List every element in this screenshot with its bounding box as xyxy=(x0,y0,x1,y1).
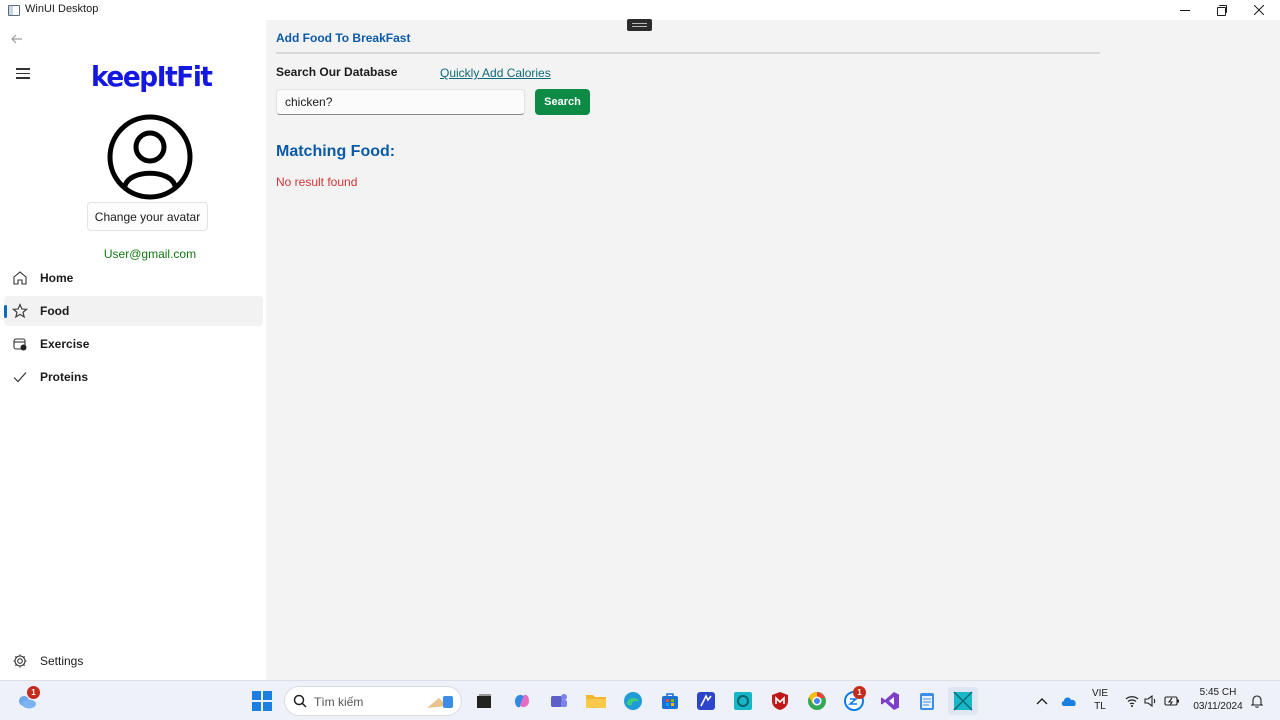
star-icon xyxy=(12,303,28,319)
teams-icon xyxy=(551,694,567,707)
taskbar-search-box[interactable]: Tìm kiếm xyxy=(284,686,462,716)
nav-item-label: Proteins xyxy=(40,370,89,384)
shield-icon xyxy=(772,692,788,710)
clock-time[interactable]: 5:45 CH xyxy=(1188,687,1248,698)
search-button[interactable]: Search xyxy=(535,89,590,115)
matching-food-heading: Matching Food: xyxy=(276,143,396,160)
avatar-icon xyxy=(107,114,193,200)
cloud-icon xyxy=(1061,697,1076,706)
close-button[interactable] xyxy=(1236,0,1280,20)
exercise-icon xyxy=(13,338,27,351)
copilot-icon xyxy=(515,694,529,708)
nav-item-label: Food xyxy=(40,304,70,318)
close-icon xyxy=(1254,5,1264,15)
winui-app-button[interactable] xyxy=(948,687,978,715)
app-button-teal[interactable] xyxy=(731,689,755,713)
vscode-like-button[interactable] xyxy=(694,689,718,713)
change-avatar-button[interactable]: Change your avatar xyxy=(87,202,208,231)
nav-item-home[interactable]: Home xyxy=(4,263,263,293)
nav-item-label: Home xyxy=(40,271,74,285)
winui-app-icon xyxy=(953,691,973,711)
nav-item-settings[interactable]: Settings xyxy=(4,646,263,676)
task-view-icon xyxy=(477,694,491,708)
nav-item-exercise[interactable]: Exercise xyxy=(4,329,263,359)
edge-icon xyxy=(624,692,642,710)
notifications-button[interactable] xyxy=(1245,689,1269,713)
selection-indicator xyxy=(4,305,7,318)
minimize-icon xyxy=(1180,9,1190,11)
widgets-button[interactable]: 1 xyxy=(15,686,40,713)
no-result-message: No result found xyxy=(276,175,358,189)
notepad-icon xyxy=(920,693,934,710)
edge-button[interactable] xyxy=(621,689,645,713)
food-search-input[interactable] xyxy=(276,89,525,115)
app-icon-teal xyxy=(734,692,752,710)
divider xyxy=(276,52,1100,54)
search-highlight-icon xyxy=(427,696,453,708)
hamburger-menu-button[interactable] xyxy=(16,68,30,79)
drag-handle[interactable] xyxy=(627,19,652,31)
notepad-button[interactable] xyxy=(915,689,939,713)
content-frame xyxy=(266,20,1280,680)
navigation-pane: keepItFit Change your avatar User@gmail.… xyxy=(0,20,266,680)
title-bar: WinUI Desktop xyxy=(0,0,1280,20)
visual-studio-icon xyxy=(881,692,899,710)
back-arrow-icon xyxy=(11,34,22,44)
language-indicator[interactable]: VIE xyxy=(1088,688,1112,699)
taskbar: 1 Tìm kiếm 1 VIE TL 5:45 CH 03/11/2024 xyxy=(0,680,1280,720)
show-hidden-icons-button[interactable] xyxy=(1030,689,1054,713)
notification-badge: 1 xyxy=(853,686,866,699)
nav-item-proteins[interactable]: Proteins xyxy=(4,362,263,392)
app-logo: keepItFit xyxy=(91,60,213,93)
battery-button[interactable] xyxy=(1160,689,1184,713)
app-icon xyxy=(8,5,20,16)
store-button[interactable] xyxy=(658,689,682,713)
checkmark-icon xyxy=(13,372,27,383)
wifi-icon xyxy=(1125,696,1139,707)
onedrive-button[interactable] xyxy=(1057,689,1081,713)
task-view-button[interactable] xyxy=(472,689,496,713)
chrome-icon xyxy=(808,692,826,710)
nav-item-label: Exercise xyxy=(40,337,90,351)
windows-logo-icon xyxy=(252,691,272,711)
mcafee-button[interactable] xyxy=(768,689,792,713)
quick-add-calories-link[interactable]: Quickly Add Calories xyxy=(440,66,551,80)
folder-icon xyxy=(586,695,606,708)
clock-date[interactable]: 03/11/2024 xyxy=(1188,701,1248,712)
home-icon xyxy=(13,271,27,285)
speaker-icon xyxy=(1144,695,1156,707)
nav-item-label: Settings xyxy=(40,654,84,668)
search-icon xyxy=(293,694,307,708)
page-title: Add Food To BreakFast xyxy=(276,31,411,45)
taskbar-search-placeholder: Tìm kiếm xyxy=(314,695,364,709)
search-database-label: Search Our Database xyxy=(276,65,398,79)
chrome-button[interactable] xyxy=(805,689,829,713)
start-button[interactable] xyxy=(250,689,274,713)
chevron-up-icon xyxy=(1036,698,1048,705)
restore-icon xyxy=(1217,5,1227,16)
bell-icon xyxy=(1250,695,1264,708)
zalo-button[interactable]: 1 xyxy=(842,686,866,713)
teams-button[interactable] xyxy=(547,689,571,713)
battery-charging-icon xyxy=(1164,696,1179,706)
input-method-indicator[interactable]: TL xyxy=(1088,701,1112,712)
window-title: WinUI Desktop xyxy=(25,3,99,15)
nav-item-food[interactable]: Food xyxy=(4,296,263,326)
user-email: User@gmail.com xyxy=(103,247,197,261)
notification-badge: 1 xyxy=(27,686,40,699)
store-icon xyxy=(662,693,678,709)
file-explorer-button[interactable] xyxy=(584,689,608,713)
copilot-button[interactable] xyxy=(510,689,534,713)
app-icon-blue xyxy=(697,692,715,710)
gear-icon xyxy=(13,654,27,668)
back-button[interactable] xyxy=(10,32,30,48)
visual-studio-button[interactable] xyxy=(878,689,902,713)
